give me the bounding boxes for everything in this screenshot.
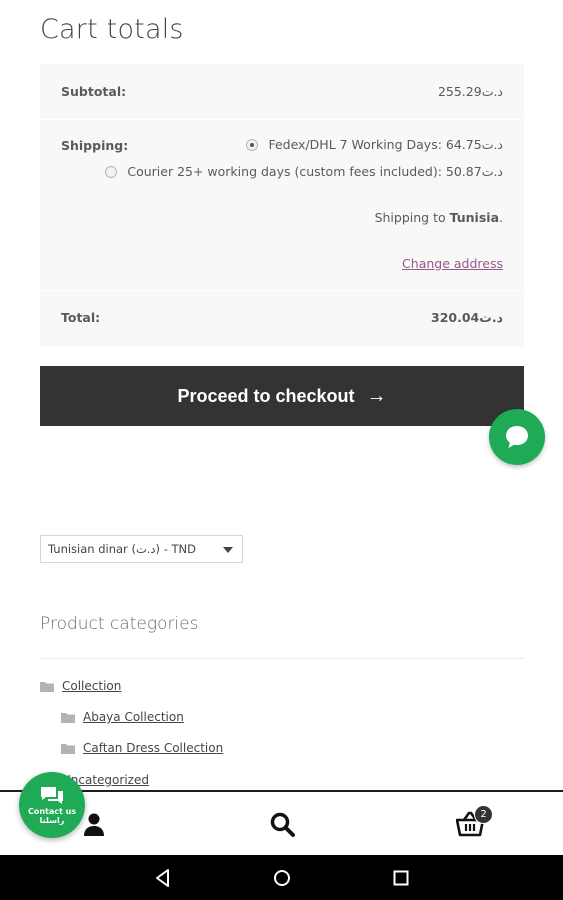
shipping-option-label: Fedex/DHL 7 Working Days: د.ت64.75: [268, 137, 503, 152]
total-value: د.ت320.04: [431, 310, 503, 325]
chat-widget-button[interactable]: [489, 409, 545, 465]
chat-icon: [506, 426, 528, 448]
shipping-label: Shipping:: [61, 138, 129, 153]
contact-us-label-arabic: راسلنا: [39, 816, 65, 825]
subtotal-value: د.ت255.29: [437, 84, 503, 99]
change-address-link[interactable]: Change address: [402, 256, 503, 271]
checkout-label: Proceed to checkout: [177, 385, 355, 406]
row-divider: [40, 290, 524, 291]
folder-icon: [61, 712, 75, 723]
category-label[interactable]: Caftan Dress Collection: [83, 741, 223, 755]
product-categories-title: Product categories: [40, 614, 199, 634]
currency-select[interactable]: Tunisian dinar (د.ت) - TND: [40, 535, 243, 563]
contact-us-button[interactable]: Contact us راسلنا: [19, 772, 85, 838]
radio-courier[interactable]: [105, 165, 118, 178]
caret-down-icon: [223, 547, 233, 553]
section-divider: [40, 658, 524, 659]
contact-us-label: Contact us: [27, 807, 77, 816]
page-title: Cart totals: [40, 14, 184, 45]
currency-selected: Tunisian dinar (د.ت) - TND: [48, 542, 196, 556]
shipping-country: Tunisia: [449, 210, 500, 225]
arrow-right-icon: →: [366, 385, 387, 407]
user-icon[interactable]: [80, 810, 108, 838]
cart-totals-table: Subtotal: د.ت255.29 Shipping: Fedex/DHL …: [40, 64, 524, 347]
chat-icon: [41, 787, 63, 804]
shipping-destination: Shipping to Tunisia.: [374, 210, 503, 225]
recents-icon[interactable]: [390, 867, 412, 889]
home-icon[interactable]: [271, 867, 293, 889]
folder-icon: [40, 681, 54, 692]
cart-count-badge: 2: [474, 805, 493, 824]
category-item-collection[interactable]: Collection: [40, 679, 121, 693]
category-label[interactable]: Collection: [62, 679, 121, 693]
category-label[interactable]: Abaya Collection: [83, 710, 184, 724]
shipping-option-label: Courier 25+ working days (custom fees in…: [127, 164, 503, 179]
shipping-option-fedex[interactable]: Fedex/DHL 7 Working Days: د.ت64.75: [246, 137, 503, 152]
system-navigation-bar: [0, 855, 563, 900]
proceed-to-checkout-button[interactable]: Proceed to checkout →: [40, 366, 524, 426]
category-item-abaya[interactable]: Abaya Collection: [61, 710, 184, 724]
row-divider: [40, 119, 524, 120]
subtotal-label: Subtotal:: [61, 84, 127, 99]
search-icon[interactable]: [268, 810, 296, 838]
category-item-caftan[interactable]: Caftan Dress Collection: [61, 741, 223, 755]
radio-fedex[interactable]: [246, 138, 259, 151]
total-label: Total:: [61, 310, 101, 325]
shipping-option-courier[interactable]: Courier 25+ working days (custom fees in…: [105, 164, 503, 179]
folder-icon: [61, 743, 75, 754]
back-icon[interactable]: [152, 867, 174, 889]
